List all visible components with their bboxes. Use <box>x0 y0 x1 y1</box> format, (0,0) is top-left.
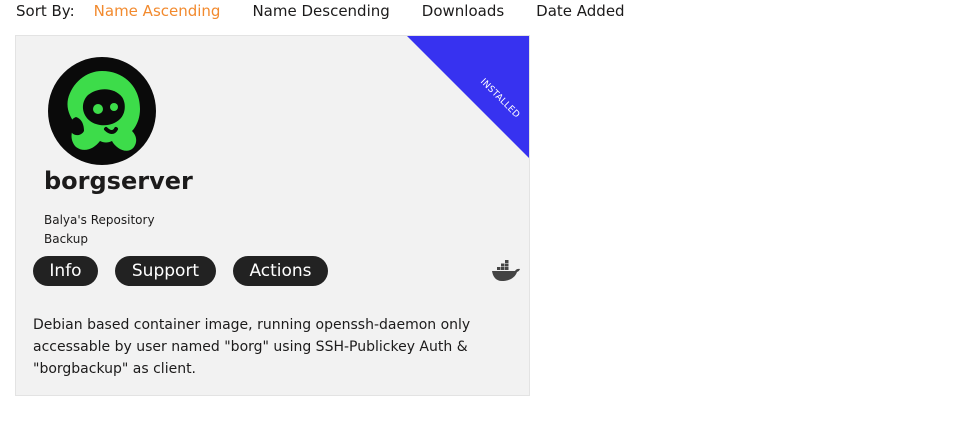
app-category: Backup <box>44 232 88 246</box>
sort-option-name-descending[interactable]: Name Descending <box>252 2 389 20</box>
support-button[interactable]: Support <box>115 256 216 286</box>
sort-option-name-ascending[interactable]: Name Ascending <box>94 2 221 20</box>
borgserver-logo-icon <box>48 57 156 165</box>
info-button[interactable]: Info <box>33 256 98 286</box>
sort-option-date-added[interactable]: Date Added <box>536 2 624 20</box>
app-author: Balya's Repository <box>44 213 155 227</box>
app-name: borgserver <box>44 167 193 195</box>
actions-button[interactable]: Actions <box>233 256 328 286</box>
sort-bar: Sort By: Name Ascending Name Descending … <box>16 0 657 22</box>
app-description: Debian based container image, running op… <box>33 317 471 377</box>
docker-icon <box>492 260 520 281</box>
installed-ribbon: INSTALLED <box>407 36 529 158</box>
app-card: INSTALLED borgserver Balya's Repository … <box>15 35 530 396</box>
sort-option-downloads[interactable]: Downloads <box>422 2 504 20</box>
sort-label: Sort By: <box>16 2 75 20</box>
